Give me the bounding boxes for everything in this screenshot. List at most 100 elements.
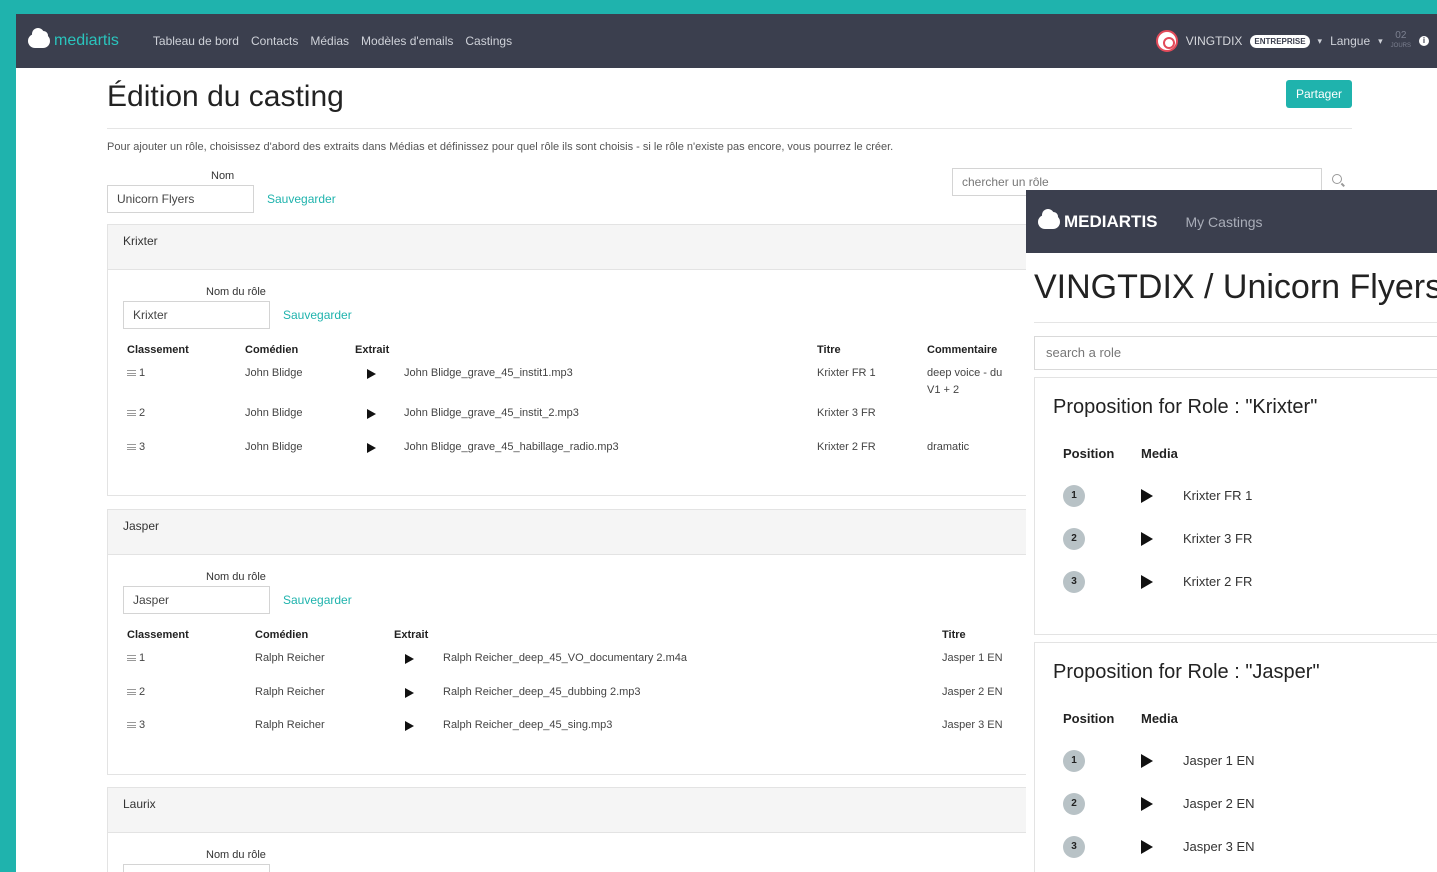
role-name-input[interactable]: [123, 864, 270, 872]
play-icon[interactable]: [367, 443, 376, 453]
user-caret-icon[interactable]: ▾: [1318, 36, 1323, 47]
role-name-label: Nom du rôle: [206, 849, 266, 861]
clip-cell: John Blidge_grave_45_habillage_radio.mp3: [404, 441, 619, 453]
nav-my-castings[interactable]: My Castings: [1186, 214, 1263, 230]
nav-media[interactable]: Médias: [310, 34, 349, 48]
proposal-title: Proposition for Role : "Jasper": [1053, 661, 1320, 683]
client-page-title: VINGTDIX / Unicorn Flyers: [1034, 268, 1437, 306]
search-icon[interactable]: [1332, 174, 1342, 184]
days-number: 02: [1395, 30, 1407, 41]
col-comment: Commentaire: [927, 344, 998, 356]
plan-badge: ENTREPRISE: [1250, 34, 1310, 48]
proposal-krixter: Proposition for Role : "Krixter" Positio…: [1034, 377, 1437, 635]
nav-email-templates[interactable]: Modèles d'emails: [361, 34, 453, 48]
drag-handle-icon[interactable]: [127, 689, 136, 696]
rank-cell[interactable]: 3: [127, 441, 145, 453]
nav-dashboard[interactable]: Tableau de bord: [153, 34, 239, 48]
save-name-link[interactable]: Sauvegarder: [267, 192, 336, 206]
client-brand[interactable]: MEDIARTIS: [1064, 212, 1158, 232]
nav-castings[interactable]: Castings: [465, 34, 512, 48]
col-position: Position: [1063, 711, 1115, 726]
position-badge: 3: [1063, 571, 1085, 593]
play-icon[interactable]: [1141, 532, 1153, 546]
rank-cell[interactable]: 2: [127, 407, 145, 419]
play-icon[interactable]: [405, 721, 414, 731]
rank-cell[interactable]: 1: [127, 367, 145, 379]
play-icon[interactable]: [367, 369, 376, 379]
drag-handle-icon[interactable]: [127, 370, 136, 377]
role-name-input[interactable]: Krixter: [123, 301, 270, 329]
col-actor: Comédien: [245, 344, 299, 356]
language-menu[interactable]: Langue: [1330, 34, 1370, 48]
title-cell: Jasper 2 EN: [942, 686, 1003, 698]
casting-name-input[interactable]: Unicorn Flyers: [107, 185, 254, 213]
position-badge: 2: [1063, 528, 1085, 550]
col-title: Titre: [817, 344, 841, 356]
media-title: Jasper 2 EN: [1183, 796, 1255, 811]
play-icon[interactable]: [1141, 754, 1153, 768]
play-icon[interactable]: [1141, 840, 1153, 854]
col-media: Media: [1141, 446, 1178, 461]
rank-value: 2: [139, 407, 146, 419]
title-cell: Krixter 3 FR: [817, 407, 876, 419]
clip-cell: John Blidge_grave_45_instit_2.mp3: [404, 407, 579, 419]
col-clip: Extrait: [355, 344, 390, 356]
language-caret-icon[interactable]: ▾: [1378, 36, 1383, 47]
proposal-jasper: Proposition for Role : "Jasper" Position…: [1034, 642, 1437, 872]
media-title: Krixter 2 FR: [1183, 574, 1253, 589]
play-icon[interactable]: [405, 654, 414, 664]
play-icon[interactable]: [1141, 797, 1153, 811]
title-cell: Krixter 2 FR: [817, 441, 876, 453]
clip-cell: Ralph Reicher_deep_45_VO_documentary 2.m…: [443, 652, 687, 664]
position-badge: 1: [1063, 750, 1085, 772]
play-icon[interactable]: [367, 409, 376, 419]
share-button[interactable]: Partager: [1285, 80, 1352, 108]
comment-cell: dramatic: [927, 441, 970, 453]
col-rank: Classement: [127, 629, 189, 641]
user-area: VINGTDIX ENTREPRISE ▾ Langue ▾ 02 JOURS i: [1155, 14, 1429, 68]
col-clip: Extrait: [394, 629, 429, 641]
drag-handle-icon[interactable]: [127, 444, 136, 451]
rank-value: 3: [139, 719, 146, 731]
client-role-search-input[interactable]: search a role: [1034, 336, 1437, 370]
brand-logo[interactable]: mediartis: [28, 28, 119, 50]
rank-value: 2: [139, 686, 146, 698]
name-label: Nom: [211, 170, 235, 182]
save-role-link[interactable]: Sauvegarder: [283, 593, 352, 607]
rank-value: 1: [139, 367, 146, 379]
media-title: Jasper 3 EN: [1183, 839, 1255, 854]
nav-contacts[interactable]: Contacts: [251, 34, 298, 48]
col-actor: Comédien: [255, 629, 309, 641]
position-badge: 2: [1063, 793, 1085, 815]
top-navbar: mediartis Tableau de bord Contacts Média…: [16, 14, 1437, 68]
page-title: Édition du casting: [107, 80, 344, 113]
info-icon[interactable]: i: [1419, 36, 1429, 46]
actor-cell: Ralph Reicher: [255, 652, 325, 664]
rank-value: 3: [139, 441, 146, 453]
play-icon[interactable]: [1141, 489, 1153, 503]
role-name-input[interactable]: Jasper: [123, 586, 270, 614]
drag-handle-icon[interactable]: [127, 722, 136, 729]
main-nav: Tableau de bord Contacts Médias Modèles …: [153, 34, 512, 48]
save-role-link[interactable]: Sauvegarder: [283, 308, 352, 322]
rank-cell[interactable]: 1: [127, 652, 145, 664]
drag-handle-icon[interactable]: [127, 655, 136, 662]
actor-cell: Ralph Reicher: [255, 719, 325, 731]
play-icon[interactable]: [405, 688, 414, 698]
days-remaining: 02 JOURS: [1391, 31, 1411, 51]
rank-cell[interactable]: 3: [127, 719, 145, 731]
position-badge: 1: [1063, 485, 1085, 507]
col-position: Position: [1063, 446, 1115, 461]
user-avatar-icon[interactable]: [1155, 30, 1178, 52]
role-name-label: Nom du rôle: [206, 286, 266, 298]
client-title-divider: [1034, 322, 1437, 323]
drag-handle-icon[interactable]: [127, 410, 136, 417]
play-icon[interactable]: [1141, 575, 1153, 589]
rank-cell[interactable]: 2: [127, 686, 145, 698]
brand-name: mediartis: [54, 32, 119, 49]
title-cell: Krixter FR 1: [817, 367, 876, 379]
client-casting-window: MEDIARTIS My Castings VINGTDIX / Unicorn…: [1026, 190, 1437, 872]
user-name[interactable]: VINGTDIX: [1186, 34, 1243, 48]
actor-cell: John Blidge: [245, 407, 303, 419]
col-rank: Classement: [127, 344, 189, 356]
